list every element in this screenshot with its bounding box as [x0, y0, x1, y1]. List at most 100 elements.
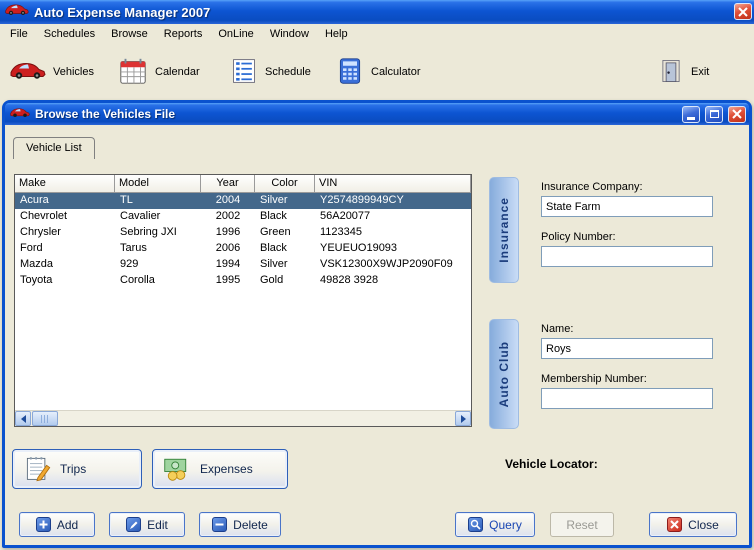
left-arrow-icon [20, 414, 26, 423]
browse-window-car-icon [10, 105, 30, 123]
table-empty-area [15, 289, 471, 410]
scroll-left-button[interactable] [15, 411, 31, 426]
cell-year: 2004 [215, 194, 241, 206]
insurance-fields: Insurance Company: Policy Number: [541, 177, 745, 283]
insurance-panel-bar: Insurance [489, 177, 519, 283]
table-row[interactable]: Chrysler Sebring JXI 1996 Green 1123345 [15, 225, 471, 241]
membership-number-label: Membership Number: [541, 373, 647, 385]
edit-pencil-icon [126, 517, 142, 532]
membership-number-input[interactable] [541, 388, 713, 409]
toolbar-schedule-button[interactable]: Schedule [224, 52, 317, 92]
menu-window[interactable]: Window [262, 26, 317, 42]
table-row[interactable]: Mazda 929 1994 Silver VSK12300X9WJP2090F… [15, 257, 471, 273]
column-header-make[interactable]: Make [15, 175, 115, 193]
edit-button[interactable]: Edit [109, 512, 185, 537]
insurance-panel-label: Insurance [497, 197, 511, 263]
browse-window-titlebar: Browse the Vehicles File [5, 103, 749, 125]
toolbar-calculator-button[interactable]: Calculator [330, 52, 427, 92]
insurance-company-label: Insurance Company: [541, 181, 643, 193]
cell-color: Green [260, 226, 291, 238]
vehicle-table-header: Make Model Year Color VIN [15, 175, 471, 193]
query-button[interactable]: Query [455, 512, 535, 537]
cell-color: Black [260, 210, 287, 222]
cell-year: 1994 [215, 258, 241, 270]
auto-club-panel-label: Auto Club [497, 340, 511, 408]
column-header-color[interactable]: Color [255, 175, 315, 193]
calendar-icon [118, 56, 148, 89]
scroll-right-button[interactable] [455, 411, 471, 426]
menu-schedules[interactable]: Schedules [36, 26, 103, 42]
minimize-button[interactable] [682, 105, 700, 123]
app-car-icon [5, 3, 29, 21]
cell-vin: 49828 3928 [320, 274, 379, 286]
column-header-model[interactable]: Model [115, 175, 201, 193]
add-button[interactable]: Add [19, 512, 95, 537]
cell-year: 1996 [215, 226, 241, 238]
expenses-money-icon [163, 454, 191, 485]
query-button-label: Query [489, 517, 522, 532]
column-header-vin[interactable]: VIN [315, 175, 471, 193]
menu-browse[interactable]: Browse [103, 26, 156, 42]
trips-button[interactable]: Trips [12, 449, 142, 489]
table-row[interactable]: Chevrolet Cavalier 2002 Black 56A20077 [15, 209, 471, 225]
insurance-panel: Insurance Insurance Company: Policy Numb… [489, 177, 745, 283]
cell-vin: Y2574899949CY [320, 194, 404, 206]
toolbar-exit-button[interactable]: Exit [652, 52, 715, 92]
trips-button-label: Trips [60, 462, 87, 476]
cell-model: TL [120, 194, 133, 206]
cell-model: Cavalier [120, 210, 161, 222]
toolbar-exit-label: Exit [691, 66, 710, 78]
table-row[interactable]: Acura TL 2004 Silver Y2574899949CY [15, 193, 471, 209]
table-row[interactable]: Toyota Corolla 1995 Gold 49828 3928 [15, 273, 471, 289]
close-button-label: Close [688, 517, 719, 532]
table-row[interactable]: Ford Tarus 2006 Black YEUEUO19093 [15, 241, 471, 257]
trips-notepad-icon [23, 454, 51, 485]
policy-number-input[interactable] [541, 246, 713, 267]
cell-model: 929 [120, 258, 139, 270]
cell-model: Corolla [120, 274, 155, 286]
column-header-year[interactable]: Year [201, 175, 255, 193]
menu-bar: File Schedules Browse Reports OnLine Win… [0, 24, 754, 44]
scrollbar-thumb[interactable] [32, 411, 58, 426]
toolbar-vehicles-button[interactable]: Vehicles [4, 52, 100, 92]
cell-make: Acura [20, 194, 49, 206]
menu-file[interactable]: File [2, 26, 36, 42]
menu-help[interactable]: Help [317, 26, 356, 42]
auto-club-panel: Auto Club Name: Membership Number: [489, 319, 745, 429]
cell-make: Chrysler [20, 226, 61, 238]
delete-button[interactable]: Delete [199, 512, 281, 537]
browse-window-title: Browse the Vehicles File [35, 107, 176, 121]
reset-button-label: Reset [566, 517, 598, 532]
policy-number-label: Policy Number: [541, 231, 616, 243]
query-magnifier-icon [468, 517, 484, 532]
vehicle-table: Make Model Year Color VIN Acura TL 2004 … [14, 174, 472, 427]
browse-window-client: Vehicle List Make Model Year Color VIN A… [5, 125, 749, 545]
cell-color: Silver [260, 258, 288, 270]
menu-online[interactable]: OnLine [210, 26, 261, 42]
club-name-label: Name: [541, 323, 574, 335]
toolbar-vehicles-label: Vehicles [53, 66, 94, 78]
reset-button[interactable]: Reset [550, 512, 614, 537]
delete-minus-icon [212, 517, 228, 532]
expenses-button[interactable]: Expenses [152, 449, 288, 489]
cell-color: Silver [260, 194, 288, 206]
cell-vin: 1123345 [320, 226, 363, 238]
toolbar-calculator-label: Calculator [371, 66, 421, 78]
tab-vehicle-list[interactable]: Vehicle List [13, 137, 95, 159]
close-x-icon [667, 517, 683, 532]
close-button[interactable]: Close [649, 512, 737, 537]
scrollbar-track[interactable] [58, 411, 455, 426]
cell-model: Sebring JXI [120, 226, 177, 238]
insurance-company-input[interactable] [541, 196, 713, 217]
vehicle-locator-label: Vehicle Locator: [505, 457, 598, 471]
main-close-button[interactable] [734, 3, 752, 20]
menu-reports[interactable]: Reports [156, 26, 211, 42]
club-name-input[interactable] [541, 338, 713, 359]
close-window-button[interactable] [728, 105, 746, 123]
maximize-button[interactable] [705, 105, 723, 123]
horizontal-scrollbar [15, 410, 471, 426]
edit-button-label: Edit [147, 517, 168, 532]
toolbar-calendar-button[interactable]: Calendar [112, 52, 206, 92]
cell-year: 1995 [215, 274, 241, 286]
cell-make: Toyota [20, 274, 53, 286]
